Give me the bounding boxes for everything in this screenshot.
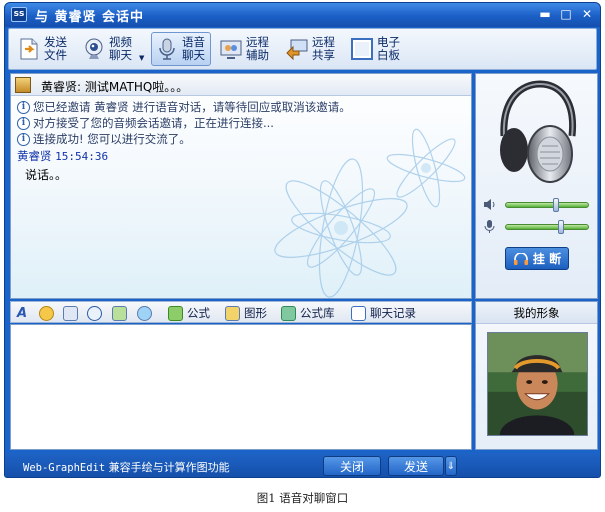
contact-status: : 测试MATHQ啦。。。 (77, 80, 189, 94)
webcam-icon (82, 37, 106, 61)
whiteboard-label: 电子白板 (377, 35, 400, 62)
my-avatar-photo[interactable] (487, 332, 588, 436)
speaker-volume-slider[interactable] (505, 198, 589, 212)
shape-label: 图形 (244, 306, 267, 320)
system-message-text: 对方接受了您的音频会话邀请，正在进行连接... (33, 116, 274, 130)
info-icon: i (17, 100, 30, 114)
send-button[interactable]: 发送 (388, 456, 444, 476)
shape-icon (225, 305, 240, 321)
info-icon: i (17, 132, 30, 146)
status-text: Web-GraphEdit 兼容手绘与计算作图功能 (23, 459, 230, 475)
app-name: Web-GraphEdit (23, 462, 106, 474)
bubble-button[interactable] (137, 305, 156, 321)
screenshot-icon (63, 305, 78, 321)
window-title: 与 黄睿贤 会话中 (35, 10, 145, 25)
remote-share-icon (285, 37, 309, 61)
video-chat-label: 视频聊天 (109, 35, 132, 62)
image-icon (112, 305, 127, 321)
shake-button[interactable] (87, 305, 106, 321)
speaker-volume-row (483, 198, 593, 212)
whiteboard-icon (350, 37, 374, 61)
send-file-icon (17, 37, 41, 61)
mic-volume-slider[interactable] (505, 220, 589, 234)
message-sender: 黄睿贤 (17, 149, 52, 163)
hangup-button[interactable]: 挂 断 (505, 247, 569, 270)
message-text: 说话。。 (25, 168, 68, 182)
hangup-label: 挂 断 (532, 252, 562, 266)
minimize-button[interactable]: ▬ (537, 7, 553, 22)
smiley-icon (39, 305, 54, 321)
close-window-button[interactable]: ✕ (579, 7, 595, 22)
whiteboard-button[interactable]: 电子白板 (350, 32, 412, 66)
chat-header: 黄睿贤: 测试MATHQ啦。。。 (11, 74, 471, 96)
figure-caption: 图1 语音对聊窗口 (256, 491, 349, 505)
app-logo-icon: ss (11, 7, 27, 22)
formula-library-icon (281, 305, 296, 321)
font-button[interactable]: A (17, 305, 27, 321)
mic-volume-thumb[interactable] (558, 220, 565, 234)
system-message: i 连接成功! 您可以进行交流了。 (17, 131, 467, 147)
headset-icon (513, 252, 528, 265)
message-header: 黄睿贤 15:54:36 (17, 148, 467, 164)
shape-button[interactable]: 图形 (225, 305, 267, 321)
send-file-button[interactable]: 发送文件 (17, 32, 79, 66)
chat-history-label: 聊天记录 (370, 306, 416, 320)
remote-share-button[interactable]: 远程共享 (285, 32, 347, 66)
voice-chat-label: 语音聊天 (182, 35, 205, 62)
chat-window: ss 与 黄睿贤 会话中 ▬ □ ✕ 发送文件 视频聊天 ▼ 语音聊天 远程辅助… (4, 2, 601, 478)
alarm-clock-icon (87, 305, 102, 321)
main-toolbar: 发送文件 视频聊天 ▼ 语音聊天 远程辅助 远程共享 电子白板 (8, 28, 597, 70)
video-dropdown-arrow-icon[interactable]: ▼ (139, 54, 144, 62)
insert-image-button[interactable] (112, 305, 131, 321)
contact-avatar[interactable] (15, 77, 31, 93)
system-message-text: 连接成功! 您可以进行交流了。 (33, 132, 191, 146)
formula-label: 公式 (187, 306, 210, 320)
status-bar: Web-GraphEdit 兼容手绘与计算作图功能 关闭 发送 ⇓ (5, 453, 600, 477)
my-avatar-panel: 我的形象 (475, 301, 598, 450)
app-description: 兼容手绘与计算作图功能 (105, 461, 230, 474)
message-list: i 您已经邀请 黄睿贤 进行语音对话，请等待回应或取消该邀请。 i 对方接受了您… (17, 99, 467, 183)
title-bar[interactable]: ss 与 黄睿贤 会话中 ▬ □ ✕ (5, 3, 600, 27)
remote-assist-label: 远程辅助 (246, 35, 269, 62)
video-chat-button[interactable]: 视频聊天 ▼ (82, 32, 152, 66)
remote-share-label: 远程共享 (312, 35, 335, 62)
system-message: i 对方接受了您的音频会话邀请，正在进行连接... (17, 115, 467, 131)
mic-volume-icon (484, 220, 495, 233)
history-icon (351, 305, 366, 321)
formula-library-button[interactable]: 公式库 (281, 305, 335, 321)
message-time: 15:54:36 (55, 150, 109, 163)
contact-name: 黄睿贤 (41, 80, 78, 94)
formula-library-label: 公式库 (300, 306, 335, 320)
microphone-icon (155, 37, 179, 61)
my-avatar-title: 我的形象 (476, 302, 597, 324)
chat-bubble-icon (137, 305, 152, 321)
voice-panel: 挂 断 (475, 73, 598, 299)
system-message: i 您已经邀请 黄睿贤 进行语音对话，请等待回应或取消该邀请。 (17, 99, 467, 115)
send-options-button[interactable]: ⇓ (445, 456, 457, 476)
chat-history[interactable]: 黄睿贤: 测试MATHQ啦。。。 i 您已经邀请 黄睿贤 进行语音对话，请等待回… (10, 73, 472, 299)
emoticon-button[interactable] (39, 305, 58, 321)
system-message-text: 您已经邀请 黄睿贤 进行语音对话，请等待回应或取消该邀请。 (33, 100, 351, 114)
contact-line: 黄睿贤: 测试MATHQ啦。。。 (41, 78, 188, 95)
info-icon: i (17, 116, 30, 130)
chat-history-button[interactable]: 聊天记录 (351, 305, 416, 321)
formula-button[interactable]: 公式 (168, 305, 210, 321)
remote-assist-button[interactable]: 远程辅助 (219, 32, 281, 66)
message-input[interactable] (10, 324, 472, 450)
send-file-label: 发送文件 (44, 35, 67, 62)
formula-icon (168, 305, 183, 321)
mic-volume-row (483, 220, 593, 234)
screenshot-button[interactable] (63, 305, 82, 321)
maximize-button[interactable]: □ (558, 7, 574, 22)
speaker-volume-thumb[interactable] (552, 198, 559, 212)
input-toolbar: A 公式 图形 公式库 聊天记录 (10, 301, 472, 323)
headphones-icon (500, 80, 577, 183)
voice-chat-button[interactable]: 语音聊天 (151, 32, 211, 66)
font-icon: A (17, 305, 28, 321)
speaker-icon (484, 199, 495, 210)
close-chat-button[interactable]: 关闭 (323, 456, 381, 476)
remote-assist-icon (219, 37, 243, 61)
